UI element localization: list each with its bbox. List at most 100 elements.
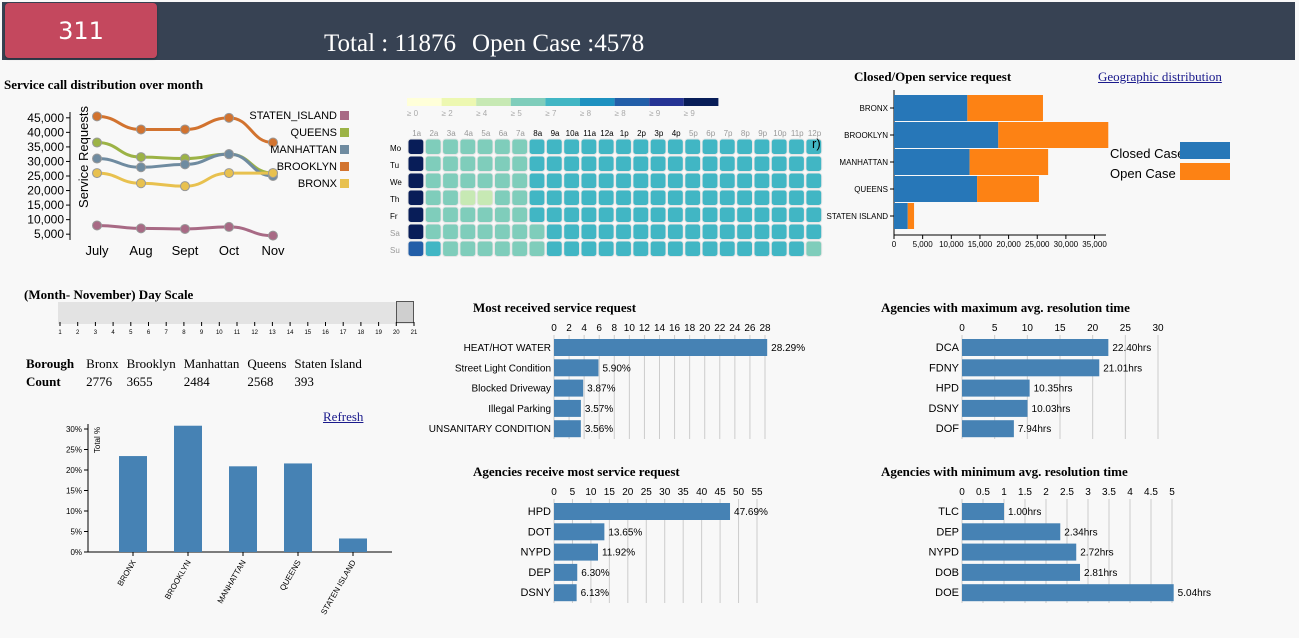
category-label: UNSANITARY CONDITION: [429, 424, 551, 435]
category-label: QUEENS: [854, 185, 888, 194]
x-tick-label: 30: [659, 487, 671, 498]
bar: [554, 503, 731, 520]
app-badge[interactable]: 311: [5, 3, 157, 58]
legend-label: ≥ 9: [684, 109, 696, 118]
x-tick-label: 15,000: [968, 240, 993, 249]
borough-count: 2568: [247, 374, 274, 389]
count-header: Count: [26, 374, 61, 389]
scale-tick-label: 10: [216, 330, 223, 336]
x-tick-label: 35: [678, 487, 690, 498]
heatmap-cell: [615, 172, 632, 189]
x-tick-label: QUEENS: [278, 559, 303, 593]
x-tick-label: 0: [892, 240, 897, 249]
heatmap-cell: [615, 223, 632, 240]
legend-color: [683, 98, 719, 106]
day-label: Tu: [390, 161, 399, 170]
heatmap-cell: [770, 138, 788, 155]
closed-bar: [894, 122, 999, 148]
heatmap-cell: [494, 138, 511, 155]
heatmap-cell: [649, 189, 667, 206]
data-point: [136, 124, 146, 135]
bar: [229, 466, 257, 552]
x-tick-label: 0: [551, 323, 557, 334]
geographic-distribution-link[interactable]: Geographic distribution: [1098, 69, 1222, 85]
category-label: DOT: [528, 526, 552, 538]
legend-swatch: [1180, 142, 1230, 159]
value-label: 6.13%: [581, 588, 609, 599]
heatmap-cell: [563, 138, 580, 155]
heatmap-cell: [528, 155, 546, 172]
heatmap-cell: [424, 172, 442, 189]
value-label: 2.72hrs: [1080, 548, 1113, 559]
heatmap-cell: [476, 155, 494, 172]
data-point: [136, 162, 146, 173]
heatmap-cell: [753, 206, 771, 223]
x-tick-label: 25: [641, 487, 653, 498]
heatmap-cell: [632, 189, 650, 206]
heatmap-cell: [770, 172, 788, 189]
scale-tick-label: 6: [147, 330, 151, 336]
day-scale-track[interactable]: [58, 302, 414, 324]
legend-label: BROOKLYN: [277, 161, 337, 173]
y-tick-label: 25,000: [27, 169, 64, 183]
legend-label: ≥ 8: [580, 109, 592, 118]
heatmap-cell: [442, 206, 459, 223]
value-label: 47.69%: [734, 507, 768, 518]
scale-tick-label: 1: [58, 330, 62, 336]
heatmap-cell: [528, 189, 546, 206]
line-chart-title: Service call distribution over month: [4, 77, 204, 92]
heatmap-cell: [597, 172, 615, 189]
category-label: HEAT/HOT WATER: [464, 343, 551, 354]
scale-tick-label: 12: [251, 330, 258, 336]
heatmap-cell: [563, 240, 580, 257]
heatmap-cell: [442, 240, 459, 257]
heatmap-cell: [649, 206, 667, 223]
heatmap-cell: [770, 206, 788, 223]
bar: [554, 543, 598, 561]
x-tick-label: 45: [715, 487, 727, 498]
legend-swatch: [340, 145, 349, 154]
bar: [554, 339, 768, 356]
heatmap-cell: [476, 240, 494, 257]
value-label: 3.87%: [587, 384, 615, 395]
category-label: DCA: [936, 342, 960, 354]
day-scale-title: (Month- November) Day Scale: [24, 287, 194, 302]
heatmap-cell: [528, 223, 546, 240]
legend-label: ≥ 2: [442, 109, 454, 118]
data-point: [92, 137, 102, 148]
hour-label: 1a: [412, 129, 421, 138]
bar: [962, 584, 1174, 602]
heatmap-cell: [407, 240, 425, 257]
y-axis-label: Service Requests: [76, 106, 91, 208]
heatmap-cell: [459, 240, 477, 257]
heatmap-cell: [718, 206, 736, 223]
x-tick-label: 10: [585, 487, 597, 498]
heatmap-cell: [770, 223, 788, 240]
data-point: [92, 220, 102, 231]
data-point: [180, 124, 190, 135]
heatmap-cell: [701, 189, 719, 206]
x-tick-label: 1: [1001, 487, 1007, 498]
heatmap-cell: [597, 138, 615, 155]
heatmap-cell: [615, 206, 632, 223]
bar: [962, 420, 1014, 438]
heatmap-cell: [424, 240, 442, 257]
heatmap-cell: [494, 223, 511, 240]
x-tick-label: BRONX: [116, 558, 138, 588]
x-tick-label: 2.5: [1060, 487, 1074, 498]
scale-tick-label: 17: [340, 330, 347, 336]
bar: [962, 379, 1030, 397]
legend-label: ≥ 8: [615, 109, 627, 118]
hour-label: 4p: [672, 129, 681, 138]
heatmap-cell: [511, 155, 529, 172]
value-label: 21.01hrs: [1103, 363, 1142, 374]
heatmap-cell: [442, 189, 459, 206]
x-tick-label: 12: [639, 323, 651, 334]
bar: [119, 456, 147, 552]
category-label: FDNY: [929, 362, 960, 374]
heatmap-cell: [649, 240, 667, 257]
heatmap-cell: [407, 189, 425, 206]
heatmap-cell: [667, 206, 684, 223]
heatmap-cell: [511, 223, 529, 240]
y-tick-label: 20%: [66, 466, 82, 475]
